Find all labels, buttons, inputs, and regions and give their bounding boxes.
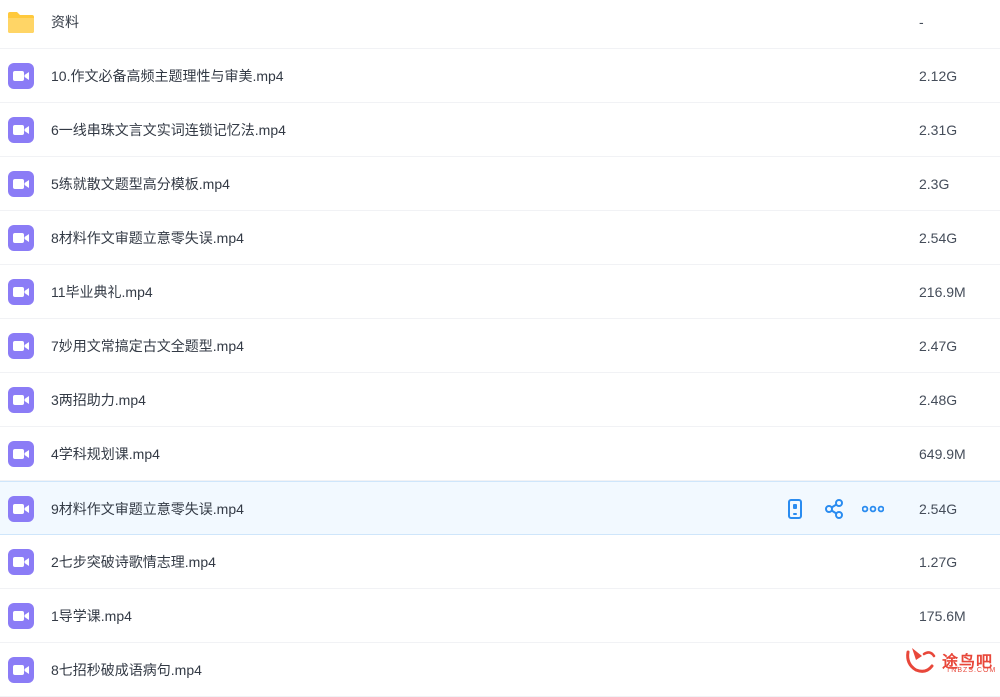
file-row[interactable]: 2七步突破诗歌情志理.mp4 1.27G bbox=[0, 535, 1000, 589]
file-row[interactable]: 8七招秒破成语病句.mp4 bbox=[0, 643, 1000, 697]
video-file-icon bbox=[8, 225, 34, 251]
file-list: 资料 - 10.作文必备高频主题理性与审美.mp4 2.12G 6一线串珠文言文… bbox=[0, 0, 1000, 697]
file-row[interactable]: 8材料作文审题立意零失误.mp4 2.54G bbox=[0, 211, 1000, 265]
file-size: 2.3G bbox=[919, 176, 950, 192]
file-name[interactable]: 7妙用文常搞定古文全题型.mp4 bbox=[51, 319, 244, 373]
video-file-icon bbox=[8, 549, 34, 575]
share-button[interactable] bbox=[822, 497, 846, 521]
phone-icon bbox=[788, 499, 802, 519]
video-file-icon bbox=[8, 333, 34, 359]
file-name[interactable]: 1导学课.mp4 bbox=[51, 589, 132, 643]
file-size: 2.12G bbox=[919, 68, 958, 84]
row-actions bbox=[783, 497, 900, 521]
file-size: 175.6M bbox=[919, 608, 966, 624]
file-row[interactable]: 1导学课.mp4 175.6M bbox=[0, 589, 1000, 643]
file-size: 2.48G bbox=[919, 392, 958, 408]
file-size: - bbox=[919, 14, 924, 30]
file-row[interactable]: 6一线串珠文言文实词连锁记忆法.mp4 2.31G bbox=[0, 103, 1000, 157]
file-row[interactable]: 资料 - bbox=[0, 0, 1000, 49]
video-file-icon bbox=[8, 387, 34, 413]
file-name[interactable]: 5练就散文题型高分模板.mp4 bbox=[51, 157, 230, 211]
more-button[interactable] bbox=[861, 497, 885, 521]
folder-icon bbox=[8, 12, 34, 33]
file-name[interactable]: 10.作文必备高频主题理性与审美.mp4 bbox=[51, 49, 284, 103]
file-row[interactable]: 3两招助力.mp4 2.48G bbox=[0, 373, 1000, 427]
file-row[interactable]: 4学科规划课.mp4 649.9M bbox=[0, 427, 1000, 481]
video-file-icon bbox=[8, 279, 34, 305]
file-name[interactable]: 6一线串珠文言文实词连锁记忆法.mp4 bbox=[51, 103, 286, 157]
file-name[interactable]: 9材料作文审题立意零失误.mp4 bbox=[51, 482, 244, 536]
file-name[interactable]: 2七步突破诗歌情志理.mp4 bbox=[51, 535, 216, 589]
file-row-hovered[interactable]: 9材料作文审题立意零失误.mp4 2.54G bbox=[0, 481, 1000, 535]
video-file-icon bbox=[8, 63, 34, 89]
file-size: 1.27G bbox=[919, 554, 958, 570]
file-name[interactable]: 3两招助力.mp4 bbox=[51, 373, 146, 427]
file-size: 2.54G bbox=[919, 501, 958, 517]
file-name[interactable]: 8材料作文审题立意零失误.mp4 bbox=[51, 211, 244, 265]
share-icon bbox=[825, 499, 843, 519]
file-size: 649.9M bbox=[919, 446, 966, 462]
file-size: 2.31G bbox=[919, 122, 958, 138]
file-size: 216.9M bbox=[919, 284, 966, 300]
more-icon bbox=[862, 505, 884, 513]
file-row[interactable]: 5练就散文题型高分模板.mp4 2.3G bbox=[0, 157, 1000, 211]
file-name[interactable]: 11毕业典礼.mp4 bbox=[51, 265, 153, 319]
file-name[interactable]: 资料 bbox=[51, 0, 79, 49]
video-file-icon bbox=[8, 441, 34, 467]
video-file-icon bbox=[8, 117, 34, 143]
file-size: 2.54G bbox=[919, 230, 958, 246]
file-name[interactable]: 4学科规划课.mp4 bbox=[51, 427, 160, 481]
video-file-icon bbox=[8, 603, 34, 629]
file-row[interactable]: 10.作文必备高频主题理性与审美.mp4 2.12G bbox=[0, 49, 1000, 103]
send-to-phone-button[interactable] bbox=[783, 497, 807, 521]
file-size: 2.47G bbox=[919, 338, 958, 354]
file-row[interactable]: 7妙用文常搞定古文全题型.mp4 2.47G bbox=[0, 319, 1000, 373]
file-row[interactable]: 11毕业典礼.mp4 216.9M bbox=[0, 265, 1000, 319]
file-name[interactable]: 8七招秒破成语病句.mp4 bbox=[51, 643, 202, 697]
video-file-icon bbox=[8, 496, 34, 522]
video-file-icon bbox=[8, 171, 34, 197]
